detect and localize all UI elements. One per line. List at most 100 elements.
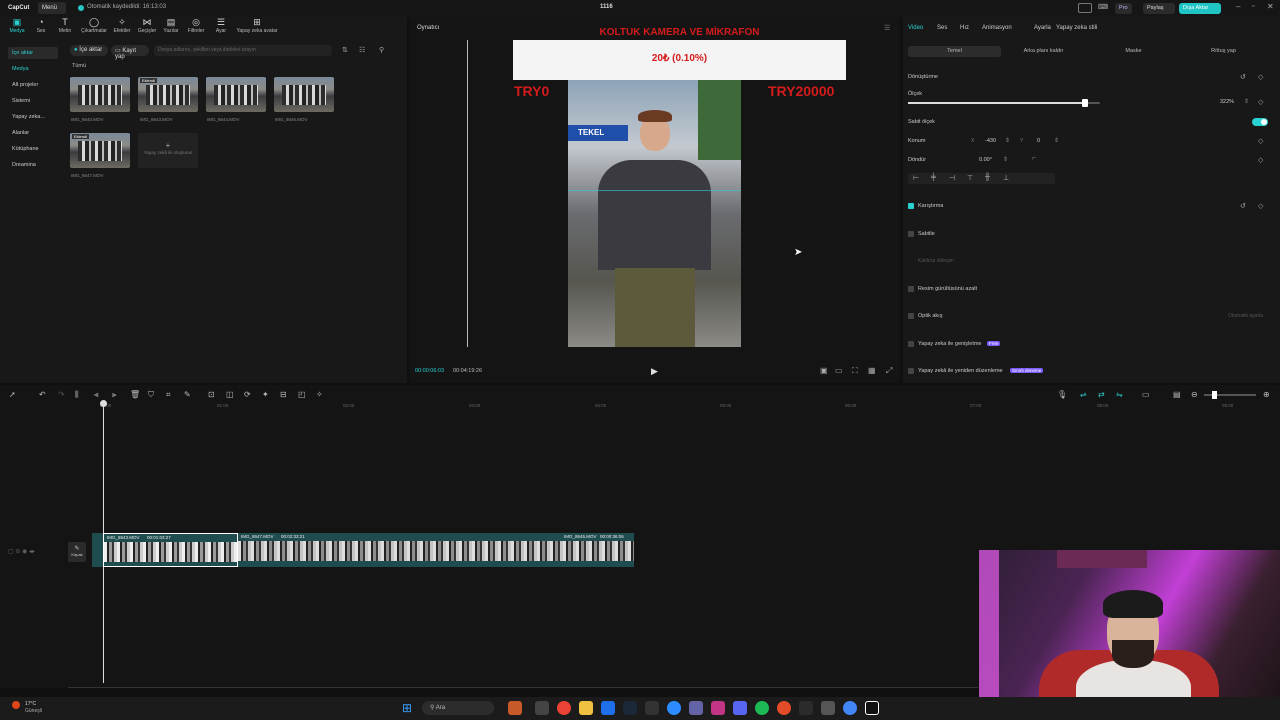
pro-button[interactable]: Pro — [1115, 3, 1132, 14]
store-icon[interactable] — [601, 701, 615, 715]
tab-ai-style[interactable]: Yapay zeka stili — [1056, 25, 1097, 31]
align-center-h-icon[interactable]: ╪ — [931, 174, 936, 181]
snapshot-icon[interactable]: ▣ — [820, 366, 828, 375]
magic-icon[interactable]: ✦ — [262, 390, 269, 399]
blend-reset-icon[interactable]: ↺ — [1240, 202, 1246, 210]
timeline-scrollbar[interactable] — [68, 687, 978, 688]
clip-handle[interactable] — [92, 533, 103, 567]
position-keyframe-icon[interactable]: ◇ — [1258, 137, 1263, 145]
rotate-stepper-icon[interactable]: ⇕ — [1003, 156, 1008, 163]
tab-animation[interactable]: Animasyon — [982, 25, 1012, 31]
sub-tab-basic[interactable]: Temel — [908, 46, 1001, 57]
align-center-v-icon[interactable]: ╫ — [985, 174, 990, 181]
filter-all[interactable]: Tümü — [72, 63, 86, 69]
app-icon[interactable] — [777, 701, 791, 715]
split-left-icon[interactable]: ⫷ — [94, 390, 99, 400]
record-button[interactable]: ▭ Kayıt yap — [111, 45, 149, 60]
tool-adjust[interactable]: ☰ Ayar — [206, 17, 236, 39]
weather-icon[interactable] — [12, 701, 20, 709]
chrome-icon[interactable] — [557, 701, 571, 715]
media-thumb[interactable] — [274, 77, 334, 112]
fullscreen-icon[interactable]: ⤢ — [886, 366, 892, 376]
optical-flow-action[interactable]: Otomatik ayarla — [1228, 313, 1263, 319]
tab-adjust[interactable]: Ayarla — [1034, 25, 1051, 31]
magnet-icon[interactable]: ⇄ — [1098, 390, 1105, 399]
captions-track-icon[interactable]: ▤ — [1173, 390, 1181, 399]
ai-relayout-label[interactable]: Yapay zekâ ile yeniden düzenleme — [918, 368, 1003, 374]
play-icon[interactable]: ▶ — [651, 366, 658, 377]
view-grid-icon[interactable]: ☷ — [359, 46, 365, 54]
pos-y-input[interactable]: 0 — [1037, 138, 1040, 144]
blend-checkbox[interactable] — [908, 203, 914, 209]
blend-keyframe-icon[interactable]: ◇ — [1258, 202, 1263, 210]
align-left-icon[interactable]: ⊢ — [913, 174, 919, 182]
rotate-keyframe-icon[interactable]: ◇ — [1258, 156, 1263, 164]
pos-x-stepper-icon[interactable]: ⇕ — [1005, 137, 1010, 144]
stabilize-label[interactable]: Sabitle — [918, 231, 935, 237]
freeze-icon[interactable]: ⊡ — [208, 390, 215, 399]
layout-icon[interactable] — [1078, 3, 1092, 13]
tool-text[interactable]: T Metin — [50, 17, 80, 39]
blend-label[interactable]: Karıştırma — [918, 203, 943, 209]
tool-ai-avatar[interactable]: ⊞ Yapay zeka avatar — [233, 17, 281, 39]
optical-flow-checkbox[interactable] — [908, 313, 914, 319]
zoom-fit-icon[interactable]: ⊕ — [1263, 390, 1270, 399]
zoom-slider-handle[interactable] — [1212, 391, 1217, 399]
nav-ai[interactable]: Yapay zeka... — [8, 111, 58, 123]
close-icon[interactable]: ✕ — [1267, 2, 1274, 11]
reset-icon[interactable]: ↺ — [1240, 73, 1246, 81]
media-thumb[interactable]: Eklendi — [138, 77, 198, 112]
discord-icon[interactable] — [733, 701, 747, 715]
playhead-handle[interactable] — [100, 400, 107, 407]
edge-icon[interactable] — [667, 701, 681, 715]
nav-dreamina[interactable]: Dreamina — [8, 159, 58, 171]
ai-tool-icon[interactable]: ✎ — [184, 390, 191, 399]
scale-keyframe-icon[interactable]: ◇ — [1258, 98, 1263, 106]
more-tools-icon[interactable]: ✧ — [316, 390, 323, 399]
player-menu-icon[interactable]: ☰ — [884, 24, 890, 32]
capcut-icon[interactable] — [865, 701, 879, 715]
folder-icon[interactable] — [579, 701, 593, 715]
select-tool-icon[interactable]: ➚ — [9, 390, 16, 399]
track-lock-icon[interactable]: ▢ ⊝ ◉ ◂▸ — [8, 548, 35, 555]
clip-selected[interactable]: IMG_8643.MOV 00:01:03:27 — [103, 533, 238, 567]
optical-flow-label[interactable]: Optik akış — [918, 313, 942, 319]
app-icon[interactable] — [508, 701, 522, 715]
zoom-slider[interactable] — [1204, 391, 1256, 399]
instagram-icon[interactable] — [711, 701, 725, 715]
nav-media[interactable]: Medya — [8, 63, 58, 75]
sort-icon[interactable]: ⇅ — [342, 46, 348, 54]
preview-canvas[interactable]: KOLTUK KAMERA VE MİKRAFON 20₺ (0.10%) TR… — [513, 27, 846, 347]
steam-icon[interactable] — [623, 701, 637, 715]
app-icon[interactable] — [821, 701, 835, 715]
import-button[interactable]: ● İçe aktar — [70, 45, 108, 56]
monitor-icon[interactable]: ▭ — [1142, 390, 1150, 399]
tab-audio[interactable]: Ses — [937, 25, 947, 31]
undo-icon[interactable]: ↶ — [39, 390, 46, 399]
tab-video[interactable]: Video — [908, 25, 923, 31]
resize-icon[interactable]: ⊟ — [280, 390, 287, 399]
pos-y-stepper-icon[interactable]: ⇕ — [1054, 137, 1059, 144]
teams-icon[interactable] — [689, 701, 703, 715]
filter-icon[interactable]: ⚲ — [379, 46, 384, 54]
mirror-icon[interactable]: ◫ — [226, 390, 234, 399]
nav-system[interactable]: Sistemi — [8, 95, 58, 107]
zoom-out-icon[interactable]: ⊖ — [1191, 390, 1198, 399]
keyboard-icon[interactable]: ⌨ — [1098, 3, 1108, 11]
align-right-icon[interactable]: ⊣ — [949, 174, 955, 182]
split-right-icon[interactable]: ⫸ — [112, 390, 117, 400]
split-icon[interactable]: ⫼ — [75, 390, 79, 400]
maximize-icon[interactable]: ▫ — [1252, 3, 1254, 10]
minimize-icon[interactable]: – — [1236, 2, 1240, 11]
media-thumb[interactable] — [206, 77, 266, 112]
sub-tab-mask[interactable]: Maske — [1093, 46, 1174, 57]
file-manager-icon[interactable] — [535, 701, 549, 715]
search-input[interactable]: Dosya adlarını, şekilleri veya ifadeleri… — [154, 45, 332, 56]
crop-tool-icon[interactable]: ⌗ — [166, 390, 171, 400]
nav-import[interactable]: İçe aktar — [8, 47, 58, 59]
scale-slider-handle[interactable] — [1081, 99, 1088, 107]
spotify-icon[interactable] — [755, 701, 769, 715]
app-icon[interactable] — [645, 701, 659, 715]
shield-icon[interactable]: ⛉ — [148, 390, 154, 400]
windows-start-icon[interactable]: ⊞ — [402, 701, 412, 715]
